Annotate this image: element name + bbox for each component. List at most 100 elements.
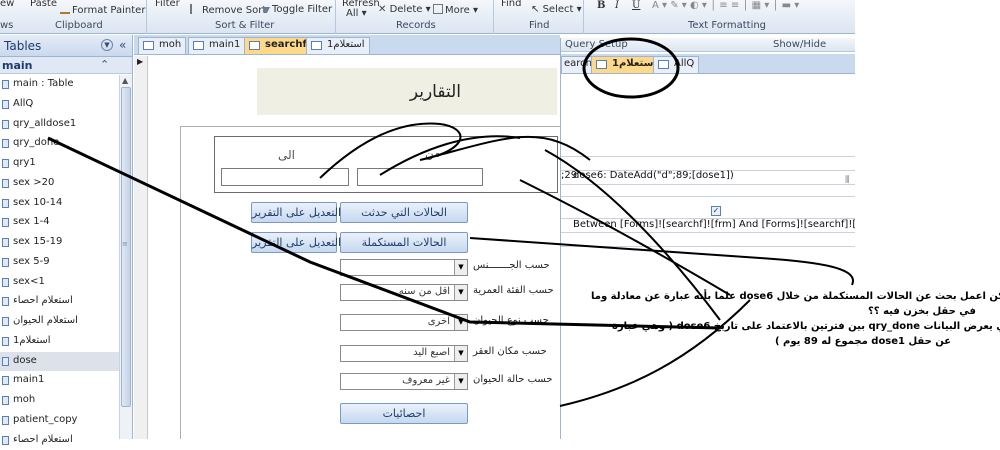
chevron-down-icon[interactable]: ▼ (101, 39, 113, 51)
nav-item[interactable]: qry_alldose1 (0, 115, 119, 135)
underline-button[interactable]: U (632, 0, 640, 11)
form-icon (193, 41, 204, 50)
nav-item[interactable]: استعلام الحيوان (0, 312, 119, 332)
nav-item[interactable]: sex >20 (0, 174, 119, 194)
query-icon (2, 238, 9, 247)
form-title-box: التقارير (257, 68, 557, 115)
nav-item[interactable]: qry1 (0, 154, 119, 174)
show-checkbox[interactable]: ✓ (711, 206, 721, 216)
nav-item[interactable]: استعلام1 (0, 332, 119, 352)
more-button[interactable]: More ▾ (433, 4, 478, 16)
chevron-up-icon[interactable]: ⌃ (100, 58, 109, 71)
nav-item[interactable]: AllQ (0, 95, 119, 115)
filter-combo[interactable]: اقل من سنه ▼ (340, 284, 468, 301)
scroll-up-icon[interactable]: ▲ (122, 76, 128, 85)
dropdown-arrow-icon[interactable]: ▼ (454, 260, 467, 275)
edit-report-button[interactable]: التعديل على التقرير (251, 202, 337, 223)
dropdown-arrow-icon[interactable]: ▼ (454, 346, 467, 361)
select-button[interactable]: ↖ Select ▾ (531, 4, 582, 15)
delete-button[interactable]: ✕ Delete ▾ (378, 4, 431, 15)
nav-item[interactable]: qry_done (0, 134, 119, 154)
query-tab[interactable]: AllQ (653, 56, 699, 73)
query-icon (2, 297, 9, 306)
dropdown-arrow-icon[interactable]: ▼ (454, 315, 467, 330)
ribbon: ew Paste Format Painter Filter Remove So… (0, 0, 870, 34)
nav-item[interactable]: main : Table (0, 75, 119, 95)
nav-item[interactable]: moh (0, 391, 119, 411)
field-expression[interactable]: dose6: DateAdd("d";89;[dose1]) (573, 170, 734, 181)
filter-combo[interactable]: اصبع اليد▼ (340, 345, 468, 362)
nav-item-label: استعلام1 (13, 335, 51, 346)
filter-value: غير معروف (402, 375, 450, 386)
paste-button[interactable]: Paste (30, 0, 57, 9)
grip-icon: ≡ (122, 240, 128, 248)
to-date-input[interactable] (221, 168, 349, 186)
cases-occurred-button[interactable]: الحالات التي حدثت (340, 202, 468, 223)
nav-item[interactable]: sex 15-19 (0, 233, 119, 253)
filter-combo[interactable]: غير معروف ▼ (340, 373, 468, 390)
dropdown-arrow-icon[interactable]: ▼ (454, 285, 467, 300)
query-tabs: earchfاستعلام1AllQ (561, 54, 856, 74)
filter-value: اقل من سنه (399, 286, 450, 297)
query-tab[interactable]: استعلام1 (591, 56, 662, 73)
document-tabs: moh main1searchf استعلام1 (134, 35, 560, 55)
nav-item[interactable]: main1 (0, 371, 119, 391)
collapse-icon[interactable]: « (119, 38, 126, 52)
nav-scrollbar[interactable]: ▲ ≡ (119, 75, 132, 439)
nav-group-header[interactable]: main ⌃ (0, 57, 132, 74)
filter-combo[interactable]: اخرى▼ (340, 314, 468, 331)
nav-item[interactable]: patient_copy (0, 411, 119, 431)
select-label: Select ▾ (543, 4, 582, 15)
ruler-marker-icon: ▶ (137, 57, 143, 66)
query-icon (2, 258, 9, 267)
form-icon (249, 41, 260, 50)
statistics-button[interactable]: احصائيات (340, 403, 468, 424)
nav-item[interactable]: sex 5-9 (0, 253, 119, 273)
note-line-3: بدي يعرض البيانات qry_done بين فترتين با… (612, 321, 1000, 332)
filter-combo[interactable]: ▼ (340, 259, 468, 276)
query-icon (2, 416, 9, 425)
ribbon-separator (146, 0, 147, 34)
delete-icon: ✕ (378, 4, 390, 15)
query-icon (2, 337, 9, 346)
dropdown-arrow-icon[interactable]: ▼ (454, 374, 467, 389)
format-painter-button[interactable]: Format Painter (60, 4, 145, 16)
nav-item[interactable]: dose (0, 352, 119, 372)
document-tab[interactable]: searchf (244, 37, 312, 54)
nav-item[interactable]: استعلام احصاء (0, 431, 119, 450)
grid-line (561, 196, 856, 197)
nav-item[interactable]: sex<1 (0, 273, 119, 293)
document-tab[interactable]: main1 (188, 37, 245, 54)
nav-item[interactable]: sex 10-14 (0, 194, 119, 214)
remove-sort-button[interactable]: Remove Sort (190, 4, 266, 16)
font-color-icon[interactable]: A ▾ ✎ ▾ ◐ ▾ │ ≡ ≡ │ ▦ ▾ │ ▬ ▾ (652, 0, 799, 11)
bold-button[interactable]: B (597, 0, 605, 11)
find-button[interactable]: Find (501, 0, 522, 9)
criteria-expression[interactable]: Between [Forms]![searchf]![frm] And [For… (573, 219, 870, 230)
completed-cases-button[interactable]: الحالات المستكملة (340, 232, 468, 253)
from-date-input[interactable] (357, 168, 483, 186)
nav-item[interactable]: sex 1-4 (0, 213, 119, 233)
more-label: More ▾ (445, 5, 478, 16)
nav-item-label: sex 10-14 (13, 197, 62, 208)
refresh-all-label: All ▾ (346, 8, 367, 19)
nav-header[interactable]: Tables ▼ « (0, 35, 132, 57)
query-setup-group: Query Setup (565, 39, 628, 50)
nav-item[interactable]: استعلام احصاء (0, 292, 119, 312)
filter-label: حسب الجـــــــنس (473, 260, 550, 271)
query-icon (2, 357, 9, 366)
date-range-box: من الى (214, 136, 558, 193)
italic-button[interactable]: I (615, 0, 619, 11)
tab-label: moh (159, 39, 181, 50)
toggle-filter-button[interactable]: Toggle Filter (262, 4, 332, 15)
nav-item-label: qry1 (13, 157, 36, 168)
document-tab[interactable]: استعلام1 (306, 37, 370, 54)
query-icon (658, 60, 669, 69)
document-tab[interactable]: moh (138, 37, 186, 54)
grid-icon (433, 4, 443, 14)
filter-button[interactable]: Filter (155, 0, 180, 9)
edit-report-button-2[interactable]: التعديل على التقرير (251, 232, 337, 253)
tab-label: استعلام1 (327, 39, 365, 50)
view-button[interactable]: ew (0, 0, 14, 9)
group-text-formatting: Text Formatting (688, 20, 766, 31)
